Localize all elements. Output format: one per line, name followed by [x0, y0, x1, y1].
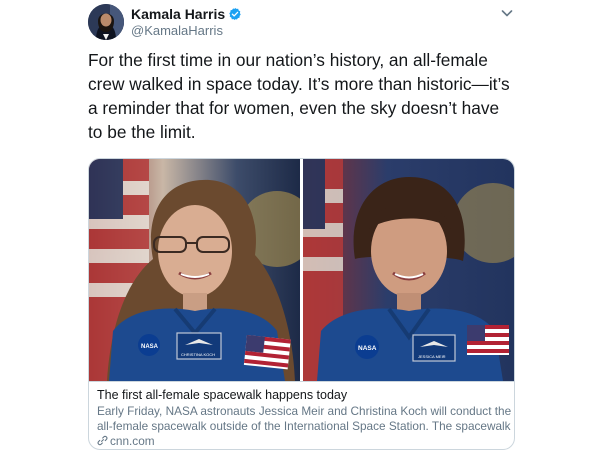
verified-badge-icon — [229, 7, 241, 21]
link-preview-card[interactable]: NASA CHRISTINA KOCH NASA JESSICA MEIR Th… — [88, 158, 515, 450]
name-patch-left: CHRISTINA KOCH — [181, 352, 215, 357]
avatar[interactable] — [88, 4, 124, 40]
card-body[interactable]: The first all-female spacewalk happens t… — [89, 381, 514, 449]
nasa-logo-text-left: NASA — [141, 344, 159, 350]
author-handle[interactable]: @KamalaHarris — [131, 23, 223, 38]
chevron-down-icon[interactable] — [500, 6, 514, 20]
card-images[interactable]: NASA CHRISTINA KOCH NASA JESSICA MEIR — [89, 159, 514, 381]
tweet: Kamala Harris @KamalaHarris For the firs… — [0, 0, 600, 450]
card-description: Early Friday, NASA astronauts Jessica Me… — [97, 404, 515, 434]
card-description-line: all-female spacewalk outside of the Inte… — [97, 419, 515, 433]
nasa-logo-text-right: NASA — [358, 345, 377, 352]
name-patch-right: JESSICA MEIR — [418, 354, 446, 359]
card-title[interactable]: The first all-female spacewalk happens t… — [97, 387, 506, 403]
author-name[interactable]: Kamala Harris — [131, 6, 242, 22]
author-name-text[interactable]: Kamala Harris — [131, 6, 225, 22]
tweet-text-line: to be the limit. — [88, 122, 196, 142]
tweet-text-line: crew walked in space today. It’s more th… — [88, 74, 510, 94]
tweet-text-line: a reminder that for women, even the sky … — [88, 98, 500, 118]
card-description-line: Early Friday, NASA astronauts Jessica Me… — [97, 404, 515, 418]
card-link[interactable]: cnn.com — [97, 434, 506, 449]
astronaut-photo-left[interactable]: NASA CHRISTINA KOCH — [89, 159, 300, 381]
tweet-text-line: For the first time in our nation’s histo… — [88, 50, 488, 70]
tweet-text: For the first time in our nation’s histo… — [88, 48, 518, 144]
card-link-text[interactable]: cnn.com — [110, 434, 155, 448]
astronaut-photo-right[interactable]: NASA JESSICA MEIR — [303, 159, 514, 381]
link-icon — [97, 435, 108, 446]
